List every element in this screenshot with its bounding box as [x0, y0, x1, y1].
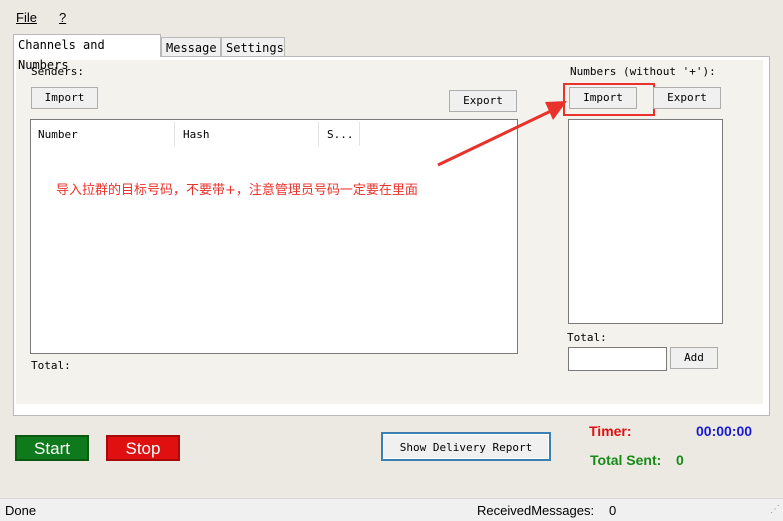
show-delivery-report-button[interactable]: Show Delivery Report	[381, 432, 551, 461]
status-bar	[0, 498, 783, 521]
timer-label: Timer:	[589, 423, 632, 439]
total-sent-value: 0	[676, 452, 684, 468]
annotation-text: 导入拉群的目标号码，不要带+，注意管理员号码一定要在里面	[56, 183, 418, 198]
tab-channels-and-numbers[interactable]: Channels and Numbers	[13, 34, 161, 72]
received-messages-value: 0	[609, 503, 617, 518]
stop-button[interactable]: Stop	[106, 435, 180, 461]
total-sent-label: Total Sent:	[590, 452, 662, 468]
start-button[interactable]: Start	[15, 435, 89, 461]
received-messages-label: ReceivedMessages:	[477, 503, 595, 518]
status-text: Done	[5, 503, 37, 518]
resize-grip-icon[interactable]: ⋰	[770, 504, 780, 515]
timer-value: 00:00:00	[696, 423, 753, 439]
